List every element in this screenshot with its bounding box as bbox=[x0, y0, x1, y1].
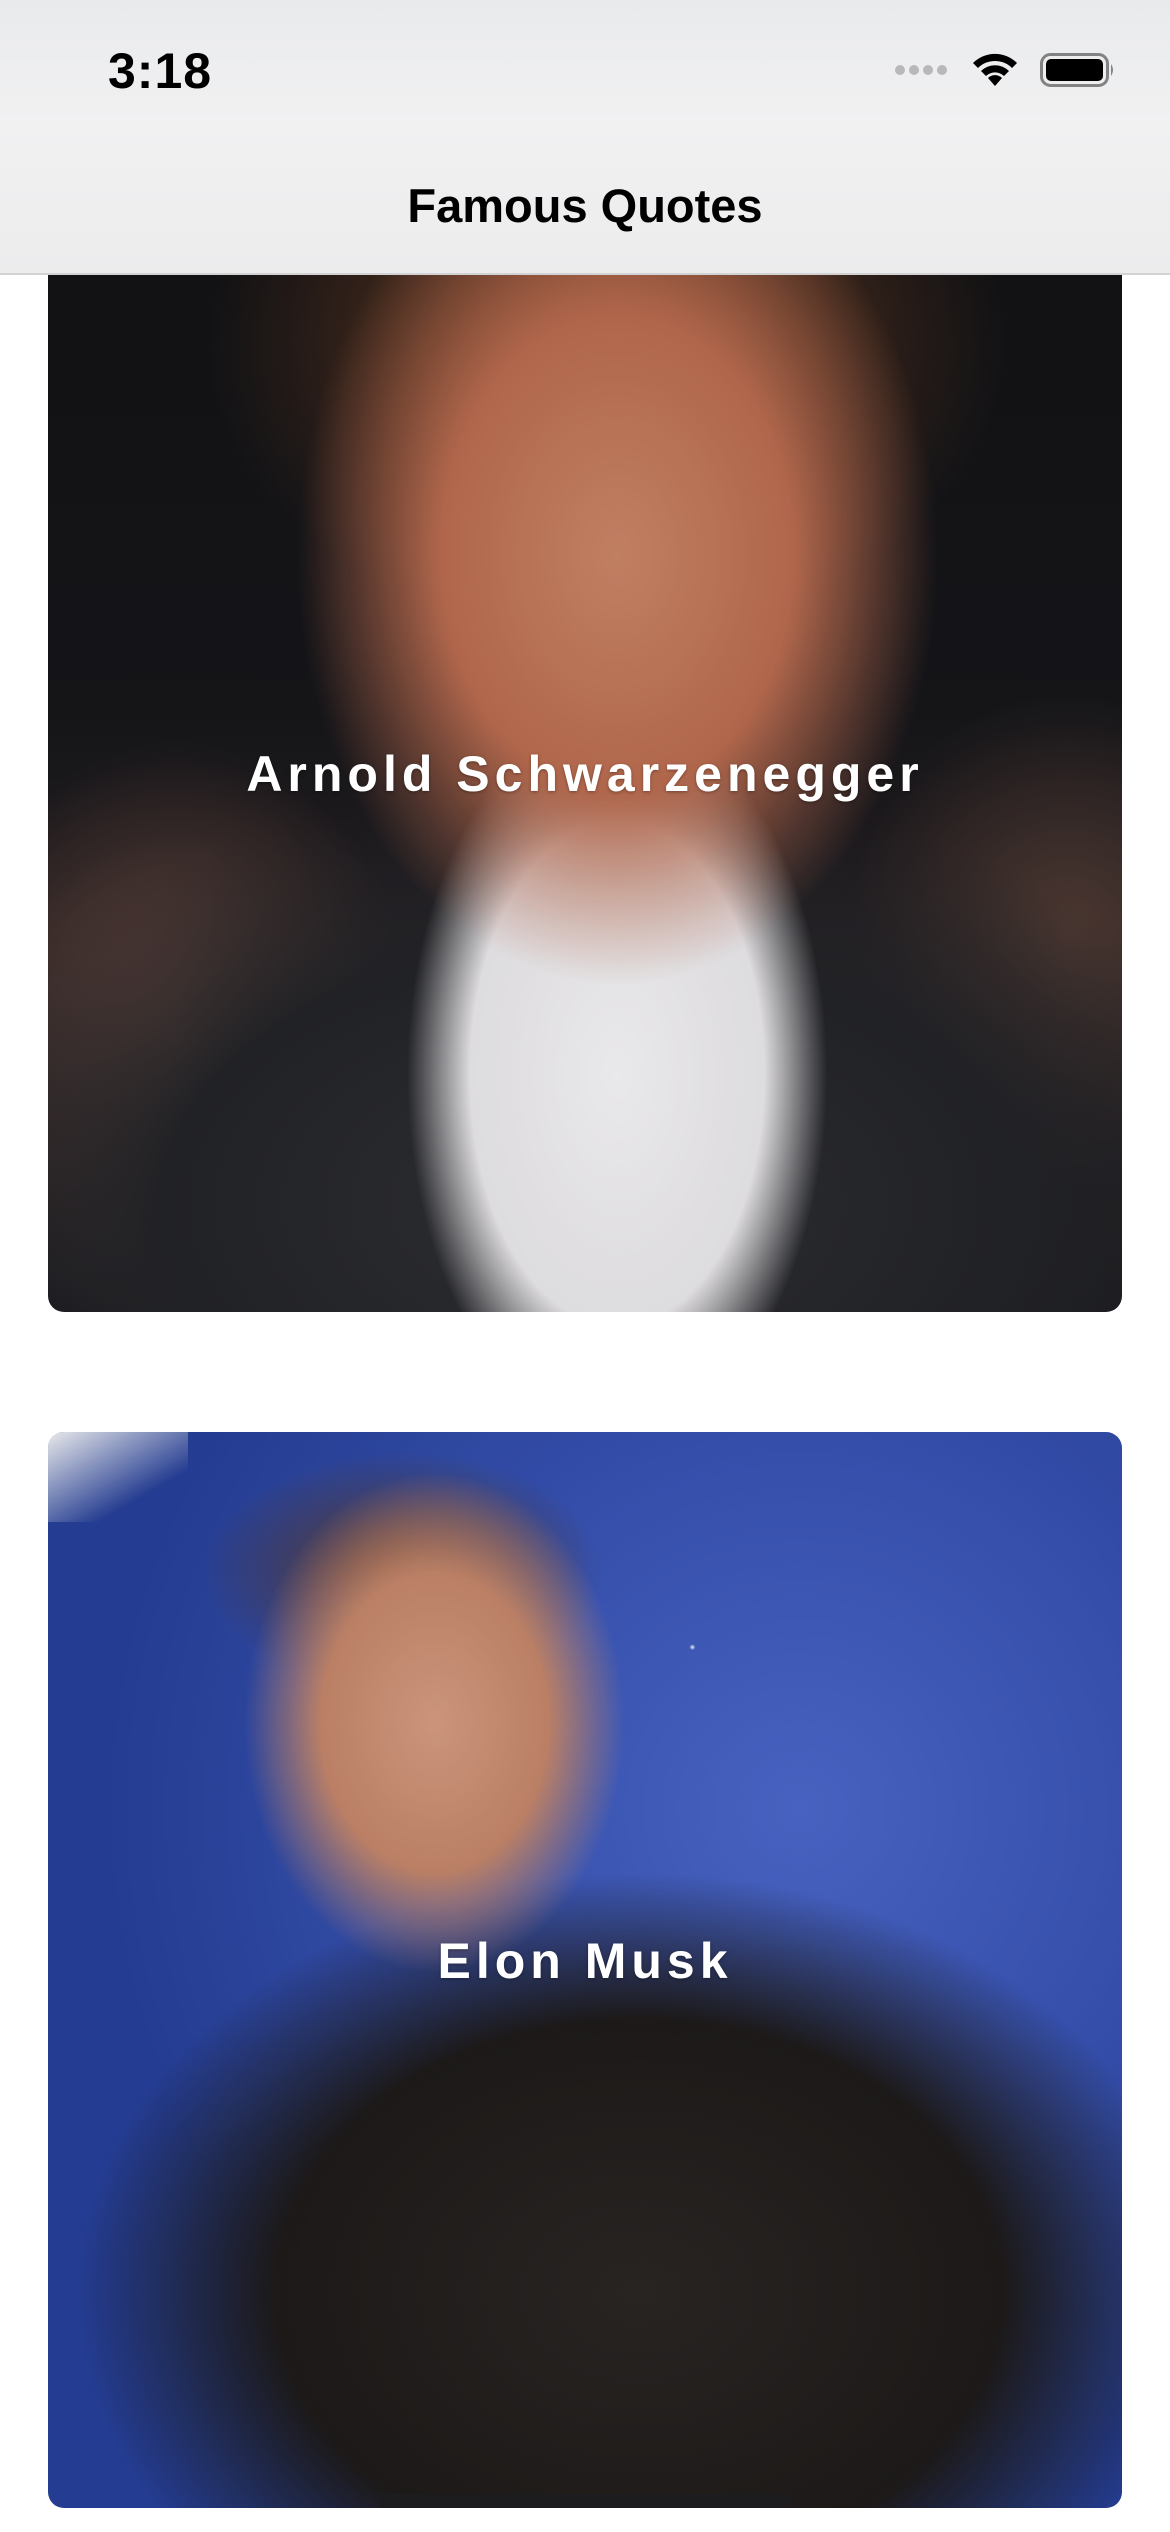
card-name-label: Arnold Schwarzenegger bbox=[246, 746, 924, 802]
page-title: Famous Quotes bbox=[407, 179, 763, 232]
navigation-bar: 3:18 Famous Quotes bbox=[0, 0, 1170, 275]
status-icons bbox=[894, 52, 1116, 93]
cellular-signal-icon bbox=[894, 62, 950, 83]
status-time: 3:18 bbox=[108, 43, 213, 99]
card-name-label: Elon Musk bbox=[437, 1933, 733, 1989]
battery-icon bbox=[1040, 52, 1116, 93]
wifi-icon bbox=[970, 52, 1020, 93]
quote-card-elon[interactable]: Elon Musk bbox=[48, 1432, 1122, 2508]
screen: 3:18 Famous Quotes Arnold Schwarzenegger… bbox=[0, 0, 1170, 2532]
home-indicator[interactable] bbox=[378, 2494, 792, 2508]
quote-card-arnold[interactable]: Arnold Schwarzenegger bbox=[48, 230, 1122, 1312]
